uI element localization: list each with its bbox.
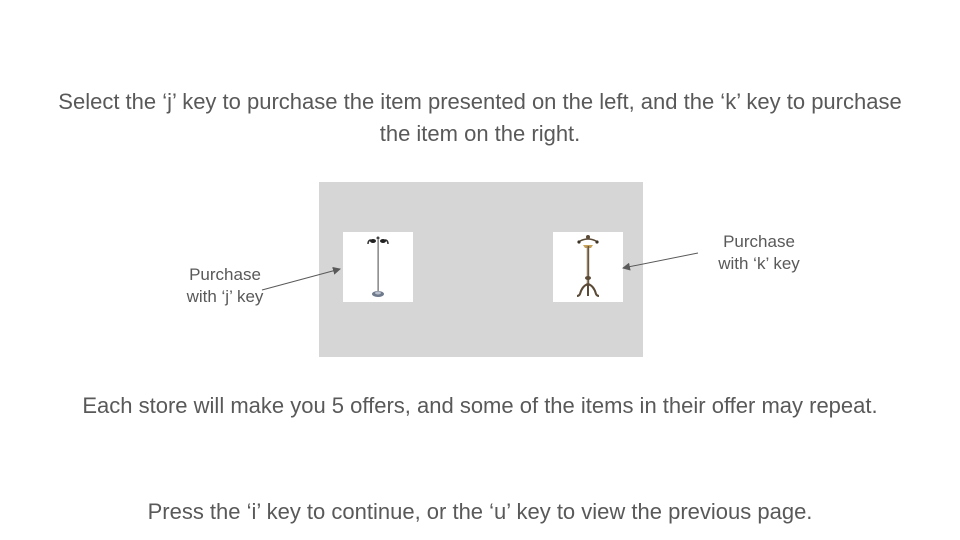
coat-rack-bronze-icon — [576, 235, 600, 297]
instruction-top: Select the ‘j’ key to purchase the item … — [58, 89, 902, 146]
instruction-bottom: Press the ‘i’ key to continue, or the ‘u… — [147, 499, 813, 524]
coat-rack-chrome-icon — [367, 236, 389, 297]
right-item-card[interactable] — [553, 232, 623, 302]
left-item-card[interactable] — [343, 232, 413, 302]
left-purchase-callout: Purchase with ‘j’ key — [170, 264, 280, 308]
instruction-middle: Each store will make you 5 offers, and s… — [82, 393, 878, 418]
right-callout-line2: with ‘k’ key — [718, 254, 800, 273]
left-callout-line1: Purchase — [189, 265, 261, 284]
instruction-slide: Select the ‘j’ key to purchase the item … — [0, 0, 960, 540]
left-callout-line2: with ‘j’ key — [186, 287, 264, 306]
right-callout-line1: Purchase — [723, 232, 795, 251]
right-purchase-callout: Purchase with ‘k’ key — [700, 231, 818, 275]
